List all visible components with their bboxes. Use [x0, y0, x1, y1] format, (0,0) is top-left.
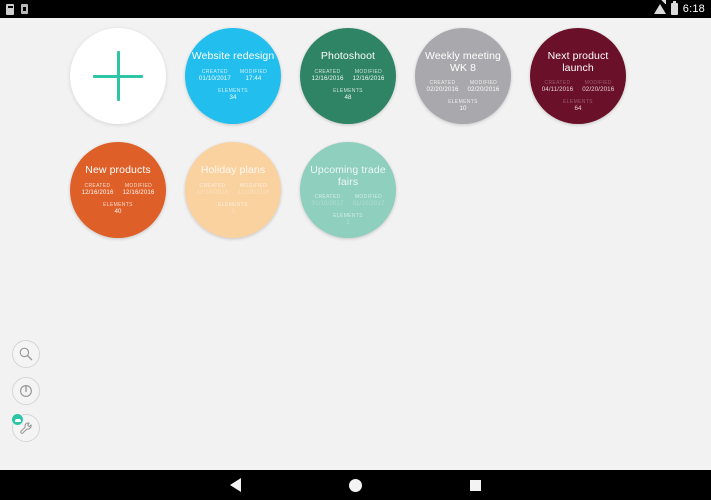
- board-row: Website redesign CREATED 01/10/2017 MODI…: [70, 28, 690, 124]
- elements-value: 10: [459, 105, 467, 112]
- created-value: 12/16/2016: [81, 188, 114, 196]
- elements-value: 1: [346, 219, 350, 226]
- board-modified: MODIFIED 12/16/2016: [123, 183, 155, 197]
- board-elements: ELEMENTS 1: [333, 213, 363, 227]
- board-bubble[interactable]: Holiday plans CREATED 12/16/2016 MODIFIE…: [185, 142, 281, 238]
- notification-icon: [6, 3, 14, 15]
- modified-value: 12/16/2016: [352, 74, 385, 82]
- created-value: 04/11/2016: [541, 86, 574, 93]
- board-row: New products CREATED 12/16/2016 MODIFIED…: [70, 142, 690, 238]
- created-value: 01/10/2017: [198, 74, 231, 82]
- status-badge: [11, 413, 24, 426]
- add-new-board-button[interactable]: [70, 28, 166, 124]
- board-elements: ELEMENTS 64: [563, 99, 593, 113]
- created-value: 01/10/2017: [311, 200, 344, 207]
- elements-value: 3: [231, 207, 235, 215]
- board-meta: CREATED 04/11/2016 MODIFIED 02/20/2016: [533, 80, 623, 94]
- wifi-icon: [653, 0, 666, 14]
- board-bubble[interactable]: Weekly meeting WK 8 CREATED 02/20/2016 M…: [415, 28, 511, 124]
- board-meta: CREATED 12/16/2016 MODIFIED 12/16/2016: [188, 183, 278, 197]
- board-title: Photoshoot: [320, 50, 376, 62]
- battery-icon: [670, 1, 678, 15]
- tool-button-group: [11, 340, 40, 442]
- elements-value: 48: [344, 93, 352, 101]
- modified-value: 12/16/2016: [122, 188, 155, 196]
- nav-home-button[interactable]: [296, 470, 416, 500]
- modified-value: 12/16/2016: [237, 188, 270, 196]
- board-title: Upcoming trade fairs: [310, 164, 386, 188]
- board-elements: ELEMENTS 10: [448, 99, 478, 113]
- board-modified: MODIFIED 12/16/2016: [353, 69, 385, 83]
- board-elements: ELEMENTS 3: [218, 202, 248, 216]
- modified-value: 17:44: [245, 74, 262, 82]
- status-bar-system: 6:18: [653, 0, 705, 15]
- modified-value: 02/20/2016: [467, 86, 500, 93]
- board-elements: ELEMENTS 40: [103, 202, 133, 216]
- board-created: CREATED 02/20/2016: [427, 80, 459, 94]
- power-icon: [19, 384, 33, 398]
- board-elements: ELEMENTS 34: [218, 88, 248, 102]
- board-bubble[interactable]: New products CREATED 12/16/2016 MODIFIED…: [70, 142, 166, 238]
- android-navigation-bar: [0, 470, 711, 500]
- board-created: CREATED 12/16/2016: [82, 183, 114, 197]
- elements-value: 64: [574, 105, 582, 112]
- status-bar-clock: 6:18: [682, 3, 705, 15]
- nav-back-button[interactable]: [176, 470, 296, 500]
- board-meta: CREATED 02/20/2016 MODIFIED 02/20/2016: [418, 80, 508, 94]
- board-created: CREATED 12/16/2016: [312, 69, 344, 83]
- power-button[interactable]: [12, 377, 40, 405]
- board-modified: MODIFIED 01/10/2017: [353, 194, 385, 208]
- modified-value: 02/20/2016: [582, 86, 615, 93]
- created-value: 12/16/2016: [196, 188, 229, 196]
- board-meta: CREATED 01/10/2017 MODIFIED 01/10/2017: [303, 194, 393, 208]
- nav-recents-button[interactable]: [416, 470, 536, 500]
- board-bubble[interactable]: Upcoming trade fairs CREATED 01/10/2017 …: [300, 142, 396, 238]
- board-meta: CREATED 12/16/2016 MODIFIED 12/16/2016: [73, 183, 163, 197]
- board-modified: MODIFIED 02/20/2016: [582, 80, 614, 94]
- board-created: CREATED 04/11/2016: [542, 80, 574, 94]
- board-bubble[interactable]: Photoshoot CREATED 12/16/2016 MODIFIED 1…: [300, 28, 396, 124]
- created-value: 12/16/2016: [311, 74, 344, 82]
- search-button[interactable]: [12, 340, 40, 368]
- recents-icon: [470, 479, 481, 491]
- board-created: CREATED 12/16/2016: [197, 183, 229, 197]
- board-bubble[interactable]: Next product launch CREATED 04/11/2016 M…: [530, 28, 626, 124]
- modified-value: 01/10/2017: [352, 200, 385, 207]
- status-bar-notifications: [6, 3, 28, 15]
- home-icon: [349, 478, 362, 492]
- board-modified: MODIFIED 17:44: [240, 69, 267, 83]
- board-created: CREATED 01/10/2017: [312, 194, 344, 208]
- board-title: Next product launch: [547, 50, 609, 74]
- search-icon: [19, 347, 33, 361]
- board-title: Website redesign: [191, 50, 275, 62]
- board-bubble[interactable]: Website redesign CREATED 01/10/2017 MODI…: [185, 28, 281, 124]
- created-value: 02/20/2016: [426, 86, 459, 93]
- board-modified: MODIFIED 12/16/2016: [238, 183, 270, 197]
- board-elements: ELEMENTS 48: [333, 88, 363, 102]
- board-created: CREATED 01/10/2017: [199, 69, 231, 83]
- elements-value: 34: [229, 93, 237, 101]
- sim-card-icon: [21, 4, 28, 14]
- board-meta: CREATED 01/10/2017 MODIFIED 17:44: [188, 69, 278, 83]
- board-modified: MODIFIED 02/20/2016: [468, 80, 500, 94]
- board-title: Holiday plans: [200, 164, 266, 176]
- board-canvas: Website redesign CREATED 01/10/2017 MODI…: [0, 18, 711, 470]
- elements-value: 40: [114, 207, 122, 215]
- back-icon: [230, 478, 241, 492]
- plus-icon: [93, 51, 143, 101]
- board-meta: CREATED 12/16/2016 MODIFIED 12/16/2016: [303, 69, 393, 83]
- settings-button[interactable]: [11, 413, 40, 442]
- board-grid: Website redesign CREATED 01/10/2017 MODI…: [70, 28, 690, 256]
- status-bar: 6:18: [0, 0, 711, 18]
- board-title: Weekly meeting WK 8: [425, 50, 501, 74]
- board-title: New products: [85, 164, 151, 176]
